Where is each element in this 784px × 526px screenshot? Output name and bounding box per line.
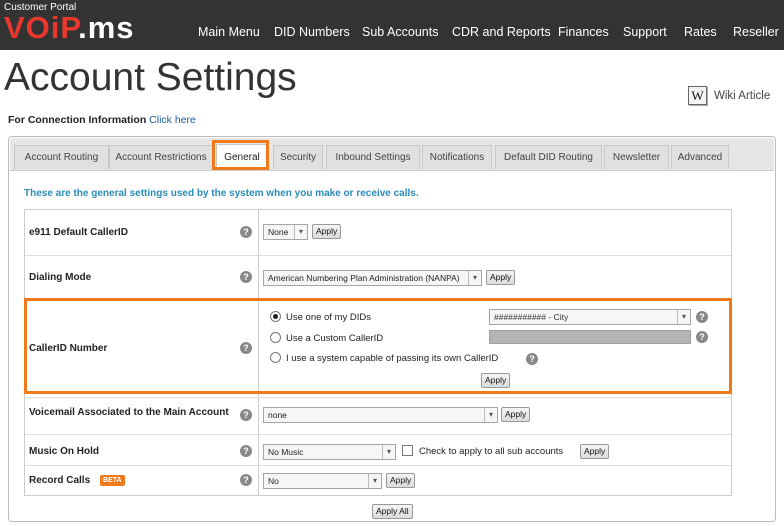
callerid-option-custom-label: Use a Custom CallerID <box>286 333 384 344</box>
voicemail-select-value: none <box>268 410 287 420</box>
chevron-down-icon: ▾ <box>484 408 497 422</box>
e911-help-icon[interactable]: ? <box>240 226 252 238</box>
tab-newsletter[interactable]: Newsletter <box>604 145 669 169</box>
general-settings-intro: These are the general settings used by t… <box>24 188 419 199</box>
callerid-row: CallerID Number ? Use one of my DIDs ###… <box>25 299 731 398</box>
callerid-did-select-value: ########### - City <box>494 312 569 322</box>
dialing-mode-label: Dialing Mode <box>29 272 92 283</box>
record-calls-row: Record Calls BETA ? No ▾ Apply <box>25 466 731 495</box>
music-on-hold-label: Music On Hold <box>29 446 99 457</box>
record-calls-help-icon[interactable]: ? <box>240 474 252 486</box>
page-title: Account Settings <box>4 56 297 99</box>
voipms-logo[interactable]: VOiP.ms <box>4 11 135 45</box>
e911-select-value: None <box>268 227 289 237</box>
music-on-hold-row: Music On Hold ? No Music ▾ Check to apply… <box>25 435 731 466</box>
apply-all-button[interactable]: Apply All <box>372 504 413 519</box>
voicemail-help-icon[interactable]: ? <box>240 409 252 421</box>
record-calls-select[interactable]: No ▾ <box>263 473 382 489</box>
wiki-article-link[interactable]: W Wiki Article <box>688 86 770 105</box>
chevron-down-icon: ▾ <box>382 445 395 459</box>
tab-security[interactable]: Security <box>273 145 323 169</box>
tab-bar: Account Routing Account Restrictions Gen… <box>10 138 774 171</box>
chevron-down-icon: ▾ <box>368 474 381 488</box>
voicemail-label: Voicemail Associated to the Main Account <box>29 407 229 418</box>
custom-callerid-help-icon[interactable]: ? <box>696 331 708 343</box>
callerid-option-my-dids-radio[interactable] <box>270 311 281 322</box>
nav-support[interactable]: Support <box>623 25 667 39</box>
callerid-option-custom-radio[interactable] <box>270 332 281 343</box>
record-calls-apply-button[interactable]: Apply <box>386 473 416 488</box>
beta-badge: BETA <box>100 475 125 486</box>
dialing-mode-select-value: American Numbering Plan Administration (… <box>268 273 460 283</box>
tab-general[interactable]: General <box>216 144 268 170</box>
tab-default-did-routing[interactable]: Default DID Routing <box>495 145 602 169</box>
callerid-help-icon[interactable]: ? <box>240 342 252 354</box>
callerid-label: CallerID Number <box>29 343 108 354</box>
music-on-hold-help-icon[interactable]: ? <box>240 445 252 457</box>
nav-did-numbers[interactable]: DID Numbers <box>274 25 350 39</box>
nav-main-menu[interactable]: Main Menu <box>198 25 260 39</box>
chevron-down-icon: ▾ <box>294 225 307 239</box>
dialing-mode-row: Dialing Mode ? American Numbering Plan A… <box>25 256 731 299</box>
tab-inbound-settings[interactable]: Inbound Settings <box>326 145 420 169</box>
logo-part-voip: VOiP <box>4 10 79 45</box>
callerid-option-system-label: I use a system capable of passing its ow… <box>286 353 499 364</box>
nav-sub-accounts[interactable]: Sub Accounts <box>362 25 438 39</box>
voicemail-apply-button[interactable]: Apply <box>501 407 531 422</box>
voicemail-select[interactable]: none ▾ <box>263 407 498 423</box>
wikipedia-icon: W <box>688 86 707 105</box>
e911-select[interactable]: None ▾ <box>263 224 308 240</box>
connection-info: For Connection Information Click here <box>8 114 196 126</box>
connection-info-link[interactable]: Click here <box>149 114 196 126</box>
chevron-down-icon: ▾ <box>468 271 481 285</box>
top-navigation-bar: Customer Portal VOiP.ms Main Menu DID Nu… <box>0 0 784 50</box>
tab-notifications[interactable]: Notifications <box>422 145 492 169</box>
logo-part-ms: .ms <box>78 10 135 45</box>
record-calls-label: Record Calls <box>29 475 91 486</box>
callerid-did-help-icon[interactable]: ? <box>696 311 708 323</box>
callerid-apply-button[interactable]: Apply <box>481 373 511 388</box>
tab-account-routing[interactable]: Account Routing <box>14 145 109 169</box>
nav-finances[interactable]: Finances <box>558 25 609 39</box>
dialing-mode-apply-button[interactable]: Apply <box>486 270 516 285</box>
callerid-option-my-dids-label: Use one of my DIDs <box>286 312 371 323</box>
dialing-mode-help-icon[interactable]: ? <box>240 271 252 283</box>
callerid-did-select[interactable]: ########### - City ▾ <box>489 309 691 325</box>
apply-to-sub-accounts-label: Check to apply to all sub accounts <box>419 446 564 457</box>
tab-advanced[interactable]: Advanced <box>671 145 729 169</box>
custom-callerid-input[interactable] <box>489 330 691 344</box>
e911-row: e911 Default CallerID ? None ▾ Apply <box>25 210 731 256</box>
nav-rates[interactable]: Rates <box>684 25 717 39</box>
wiki-article-label: Wiki Article <box>714 89 771 102</box>
apply-to-sub-accounts-checkbox[interactable] <box>402 445 413 456</box>
music-on-hold-apply-button[interactable]: Apply <box>580 444 610 459</box>
nav-reseller[interactable]: Reseller <box>733 25 779 39</box>
tab-account-restrictions[interactable]: Account Restrictions <box>109 145 213 169</box>
general-settings-table: e911 Default CallerID ? None ▾ Apply Dial… <box>24 209 732 496</box>
e911-label: e911 Default CallerID <box>29 227 128 238</box>
dialing-mode-select[interactable]: American Numbering Plan Administration (… <box>263 270 482 286</box>
record-calls-select-value: No <box>268 476 279 486</box>
voicemail-row: Voicemail Associated to the Main Account… <box>25 398 731 435</box>
callerid-system-help-icon[interactable]: ? <box>526 353 538 365</box>
e911-apply-button[interactable]: Apply <box>312 224 342 239</box>
music-on-hold-select-value: No Music <box>268 447 304 457</box>
chevron-down-icon: ▾ <box>677 310 690 324</box>
music-on-hold-select[interactable]: No Music ▾ <box>263 444 396 460</box>
nav-cdr-and-reports[interactable]: CDR and Reports <box>452 25 551 39</box>
callerid-option-system-radio[interactable] <box>270 352 281 363</box>
connection-info-text: For Connection Information <box>8 114 147 126</box>
